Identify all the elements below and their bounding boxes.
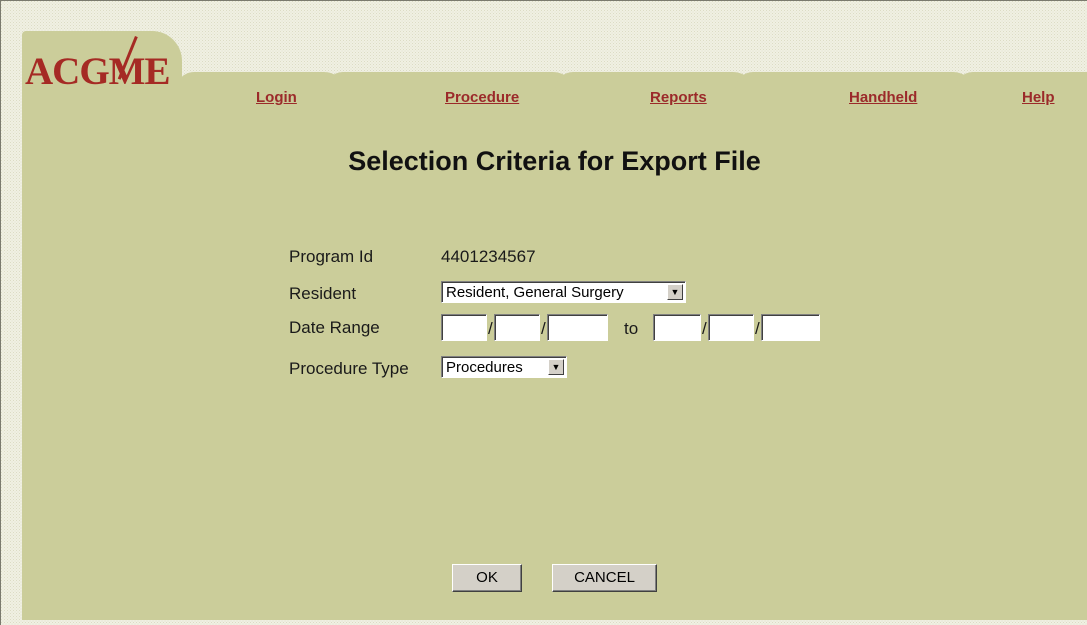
end-year-input[interactable]	[761, 314, 820, 341]
start-month-input[interactable]	[441, 314, 487, 341]
tab-login[interactable]: Login	[256, 89, 297, 106]
procedure-type-select[interactable]: Procedures ▼	[441, 356, 567, 378]
tab-procedure[interactable]: Procedure	[445, 89, 519, 106]
ok-button[interactable]: OK	[452, 564, 522, 592]
program-id-label: Program Id	[289, 247, 374, 266]
resident-select-value: Resident, General Surgery	[446, 284, 624, 301]
cancel-button[interactable]: CANCEL	[552, 564, 657, 592]
resident-label: Resident	[289, 284, 357, 303]
acgme-logo: ACGME	[25, 50, 170, 93]
procedure-type-label: Procedure Type	[289, 359, 409, 378]
tab-handheld[interactable]: Handheld	[849, 89, 917, 106]
date-separator: /	[488, 319, 493, 338]
procedure-type-select-value: Procedures	[446, 359, 523, 376]
chevron-down-icon[interactable]: ▼	[667, 284, 683, 300]
end-month-input[interactable]	[653, 314, 701, 341]
date-separator: /	[755, 319, 760, 338]
chevron-down-icon[interactable]: ▼	[548, 359, 564, 375]
date-separator: /	[702, 319, 707, 338]
tab-help[interactable]: Help	[1022, 89, 1055, 106]
page-title: Selection Criteria for Export File	[348, 146, 761, 176]
start-year-input[interactable]	[547, 314, 608, 341]
tab-reports[interactable]: Reports	[650, 89, 707, 106]
date-separator: /	[541, 319, 546, 338]
date-to-label: to	[624, 319, 639, 338]
program-id-value: 4401234567	[441, 247, 536, 266]
resident-select[interactable]: Resident, General Surgery ▼	[441, 281, 686, 303]
end-day-input[interactable]	[708, 314, 754, 341]
date-range-label: Date Range	[289, 318, 380, 337]
start-day-input[interactable]	[494, 314, 540, 341]
